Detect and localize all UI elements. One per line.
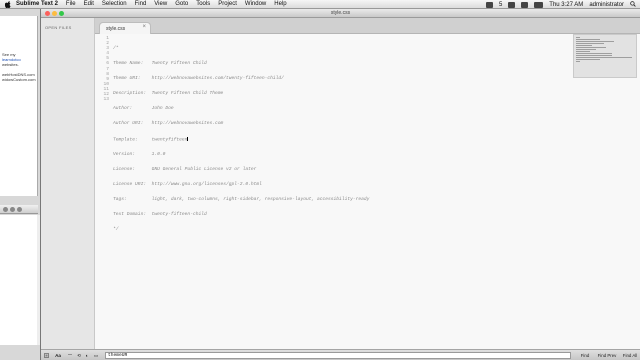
- tray-count[interactable]: 5: [499, 2, 502, 8]
- minimap-line: [576, 61, 580, 62]
- menu-find[interactable]: Find: [135, 1, 147, 7]
- background-lower-pane: [0, 215, 38, 345]
- minimap-line: [576, 39, 600, 40]
- minimap-line: [576, 57, 632, 58]
- code-line[interactable]: Theme URI: http://webnovawebsites.com/tw…: [113, 76, 369, 81]
- menu-project[interactable]: Project: [218, 1, 237, 7]
- code-line[interactable]: Author URI: http://webnovawebsites.com: [113, 121, 369, 126]
- find-input[interactable]: themeUR: [105, 352, 571, 359]
- background-toolbar: [0, 205, 38, 214]
- background-button-icon[interactable]: [17, 207, 22, 212]
- menu-edit[interactable]: Edit: [84, 1, 94, 7]
- code-line[interactable]: Version: 1.0.0: [113, 152, 369, 157]
- code-line[interactable]: */: [113, 227, 369, 232]
- find-button[interactable]: Find: [576, 352, 594, 359]
- volume-icon[interactable]: [521, 1, 529, 8]
- menu-goto[interactable]: Goto: [175, 1, 188, 7]
- menu-bar: Sublime Text 2 File Edit Selection Find …: [0, 0, 640, 9]
- line-number-gutter: 1 2 3 4 5 6 7 8 9 10 11 12 13: [95, 36, 109, 102]
- find-panel: Aa "" ⟲ ◐ ▭ themeUR Find Find Prev Find …: [41, 349, 640, 360]
- line-number: 13: [103, 97, 109, 103]
- background-button-icon[interactable]: [10, 207, 15, 212]
- code-text[interactable]: /* Theme Name: Twenty Fifteen Child Them…: [113, 36, 369, 242]
- find-prev-button[interactable]: Find Prev: [596, 352, 618, 359]
- background-button-icon[interactable]: [3, 207, 8, 212]
- background-text: widowCustom.com: [2, 77, 36, 82]
- code-line[interactable]: Tags: light, dark, two-columns, right-si…: [113, 197, 369, 202]
- window-title: style.css: [330, 10, 351, 16]
- tray-app-icon[interactable]: [485, 1, 493, 8]
- menu-tools[interactable]: Tools: [196, 1, 210, 7]
- code-line-text[interactable]: Template: twentyfifteen: [113, 137, 187, 142]
- code-editor[interactable]: 1 2 3 4 5 6 7 8 9 10 11 12 13 /* Theme N…: [95, 34, 573, 349]
- close-tab-icon[interactable]: ×: [142, 24, 146, 30]
- minimap-line: [576, 45, 592, 46]
- spotlight-icon[interactable]: [630, 0, 636, 9]
- options-icon[interactable]: [43, 352, 49, 359]
- minimap-line: [576, 49, 596, 50]
- sidebar: OPEN FILES: [41, 18, 95, 349]
- title-bar[interactable]: style.css: [41, 9, 640, 18]
- minimap-line: [576, 47, 606, 48]
- minimap-line: [576, 37, 580, 38]
- code-line[interactable]: Author: John Doe: [113, 106, 369, 111]
- tab-style-css[interactable]: style.css ×: [99, 22, 151, 34]
- menu-selection[interactable]: Selection: [102, 1, 127, 7]
- in-selection-toggle[interactable]: ◐: [83, 352, 91, 359]
- code-line[interactable]: Theme Name: Twenty Fifteen Child: [113, 61, 369, 66]
- wifi-icon[interactable]: [508, 1, 516, 8]
- minimap-line: [576, 59, 600, 60]
- minimap-line: [576, 55, 612, 56]
- code-line[interactable]: License URI: http://www.gnu.org/licenses…: [113, 182, 369, 187]
- battery-icon[interactable]: [534, 1, 544, 8]
- clock[interactable]: Thu 3:27 AM: [549, 2, 583, 8]
- tab-bar: style.css ×: [95, 18, 640, 34]
- user-name[interactable]: administrator: [589, 2, 624, 8]
- find-all-button[interactable]: Find All: [620, 352, 640, 359]
- code-line[interactable]: Text Domain: twenty-fifteen-child: [113, 212, 369, 217]
- code-line[interactable]: License: GNU General Public License v2 o…: [113, 167, 369, 172]
- background-window: See my learndotco websites. webHostDNS.c…: [0, 9, 40, 360]
- menu-extras: 5 Thu 3:27 AM administrator: [485, 0, 636, 9]
- whole-word-toggle[interactable]: "": [65, 352, 75, 359]
- code-line[interactable]: Description: Twenty Fifteen Child Theme: [113, 91, 369, 96]
- text-cursor: [187, 136, 189, 142]
- background-text: websites.: [2, 62, 19, 67]
- minimap-line: [576, 51, 590, 52]
- minimap-line: [576, 53, 612, 54]
- menu-app-name[interactable]: Sublime Text 2: [16, 1, 58, 7]
- highlight-matches-toggle[interactable]: ▭: [91, 352, 101, 359]
- sidebar-open-files-label: OPEN FILES: [45, 25, 72, 30]
- menu-window[interactable]: Window: [245, 1, 266, 7]
- background-page: See my learndotco websites. webHostDNS.c…: [0, 16, 38, 196]
- tab-label: style.css: [106, 25, 126, 32]
- sublime-window: style.css OPEN FILES style.css × 1 2 3 4…: [40, 9, 640, 360]
- menu-view[interactable]: View: [154, 1, 167, 7]
- code-line[interactable]: /*: [113, 46, 369, 51]
- menu-help[interactable]: Help: [274, 1, 286, 7]
- menu-file[interactable]: File: [66, 1, 76, 7]
- minimap-line: [576, 43, 604, 44]
- case-sensitive-toggle[interactable]: Aa: [51, 352, 65, 359]
- code-line-with-cursor[interactable]: Template: twentyfifteen: [113, 136, 369, 142]
- apple-menu-icon[interactable]: [4, 0, 12, 8]
- minimap[interactable]: [573, 34, 640, 349]
- wrap-toggle[interactable]: ⟲: [75, 352, 83, 359]
- minimap-line: [576, 41, 614, 42]
